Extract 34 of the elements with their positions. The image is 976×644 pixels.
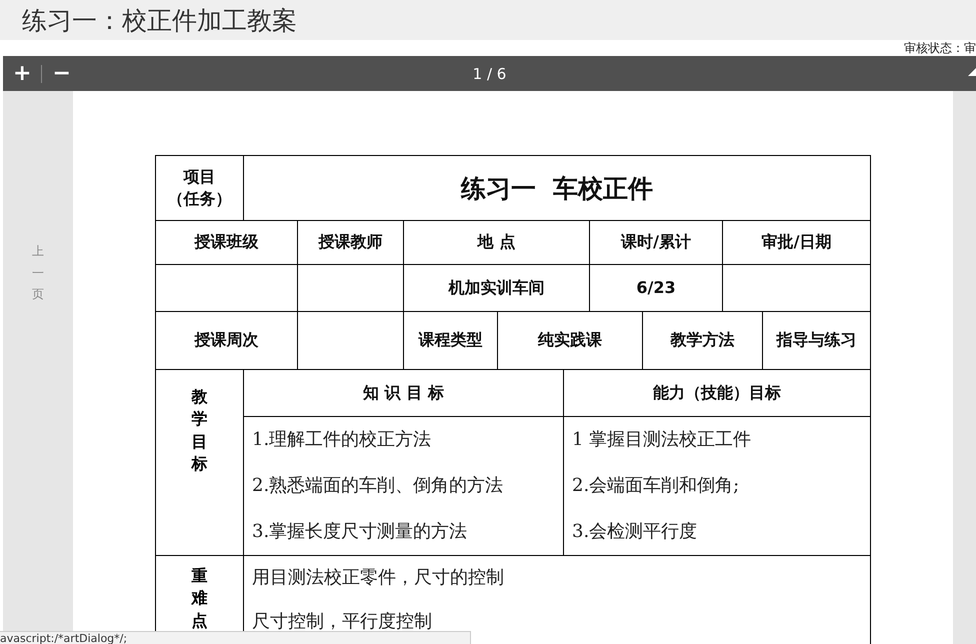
table-cell: 授课周次 xyxy=(194,330,258,350)
triangle-icon[interactable] xyxy=(968,68,976,76)
list-item: 1.理解工件的校正方法 xyxy=(252,428,432,452)
table-cell: 知 识 目 标 xyxy=(363,382,444,402)
list-item: 3.会检测平行度 xyxy=(572,520,698,544)
list-item: 2.会端面车削和倒角; xyxy=(572,474,740,498)
review-status: 审核状态：审 xyxy=(904,41,976,55)
table-cell: 地 点 xyxy=(478,232,516,252)
table-cell: 教学方法 xyxy=(670,330,734,350)
table-cell: 课时/累计 xyxy=(621,232,691,252)
table-cell: 授课班级 xyxy=(194,232,258,252)
table-cell: 机加实训车间 xyxy=(448,278,544,297)
list-item: 1 掌握目测法校正工件 xyxy=(572,428,752,452)
document-title: 练习一 车校正件 xyxy=(460,174,654,202)
table-cell: 审批/日期 xyxy=(762,232,832,252)
table-cell: 授课教师 xyxy=(318,232,382,252)
table-cell: 能力（技能）目标 xyxy=(653,382,782,402)
zoom-out-button[interactable]: − xyxy=(42,61,81,86)
list-item: 3.掌握长度尺寸测量的方法 xyxy=(252,520,468,544)
status-bar: avascript:/*artDialog*/; xyxy=(0,631,471,644)
table-cell-text: （任务） xyxy=(166,188,232,210)
page-title: 练习一：校正件加工教案 xyxy=(22,4,297,36)
row-header: 重难点 xyxy=(192,565,208,632)
row-header: 教学目标 xyxy=(192,386,208,476)
table-cell: 纯实践课 xyxy=(538,330,602,350)
table-cell: 指导与练习 xyxy=(776,330,857,350)
list-item: 用目测法校正零件，尺寸的控制 xyxy=(252,566,505,590)
zoom-in-button[interactable]: + xyxy=(3,61,42,86)
table-cell: 课程类型 xyxy=(418,330,482,350)
page-indicator: 1 / 6 xyxy=(472,64,506,82)
list-item: 尺寸控制，平行度控制 xyxy=(252,610,433,634)
table-cell-text: 项目 xyxy=(182,166,216,188)
list-item: 2.熟悉端面的车削、倒角的方法 xyxy=(252,474,504,498)
table-cell: 6/23 xyxy=(636,278,676,297)
